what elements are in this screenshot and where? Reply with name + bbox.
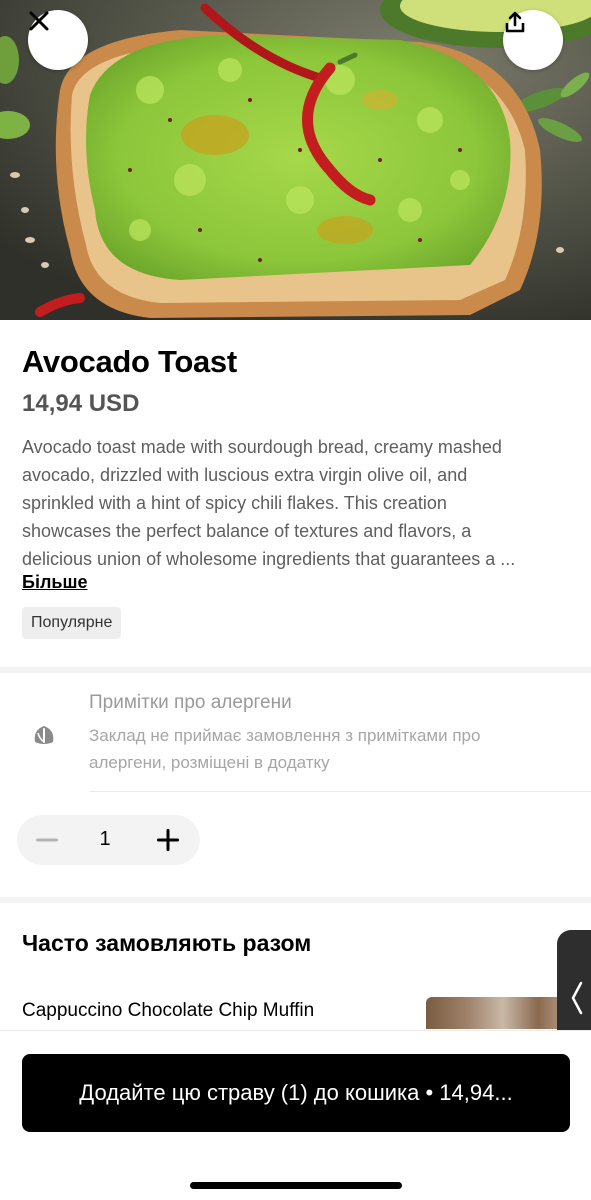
recommended-item-name[interactable]: Cappuccino Chocolate Chip Muffin: [22, 1000, 314, 1022]
decrease-quantity-button[interactable]: [33, 827, 61, 853]
item-title: Avocado Toast: [22, 344, 237, 379]
recommended-item-image[interactable]: [426, 997, 566, 1029]
description-line: delicious union of wholesome ingredients…: [22, 549, 516, 569]
share-button[interactable]: [503, 10, 563, 70]
increase-quantity-button[interactable]: [154, 827, 182, 853]
description-line: sprinkled with a hint of spicy chili fla…: [22, 493, 447, 513]
allergen-notes-text: Заклад не приймає замовлення з приміткам…: [89, 726, 481, 772]
quantity-value: 1: [99, 828, 111, 850]
section-divider: [0, 897, 591, 903]
quantity-stepper: 1: [17, 815, 200, 865]
description-line: avocado, drizzled with luscious extra vi…: [22, 465, 468, 485]
close-icon: [29, 11, 49, 31]
home-indicator: [190, 1182, 402, 1189]
frequently-ordered-title: Часто замовляють разом: [22, 930, 312, 956]
avocado-toast-photo: [0, 0, 591, 320]
item-description: Avocado toast made with sourdough bread,…: [22, 433, 570, 573]
close-button[interactable]: [28, 10, 88, 70]
item-price: 14,94 USD: [22, 390, 140, 417]
description-line: Avocado toast made with sourdough bread,…: [22, 437, 502, 457]
allergen-separator: [89, 791, 591, 792]
chevron-left-icon: [571, 981, 583, 1014]
more-link[interactable]: Більше: [22, 572, 87, 593]
share-icon: [505, 11, 525, 33]
popular-badge: Популярне: [22, 607, 122, 639]
add-to-cart-button[interactable]: Додайте цю страву (1) до кошика • 14,94.…: [22, 1054, 570, 1132]
allergen-notes-title: Примітки про алергени: [89, 692, 292, 713]
plus-icon: [157, 829, 179, 851]
section-divider: [0, 667, 591, 673]
item-hero-image: [0, 0, 591, 320]
leaf-icon: [34, 726, 54, 744]
description-line: showcases the perfect balance of texture…: [22, 521, 472, 541]
minus-icon: [36, 838, 58, 842]
